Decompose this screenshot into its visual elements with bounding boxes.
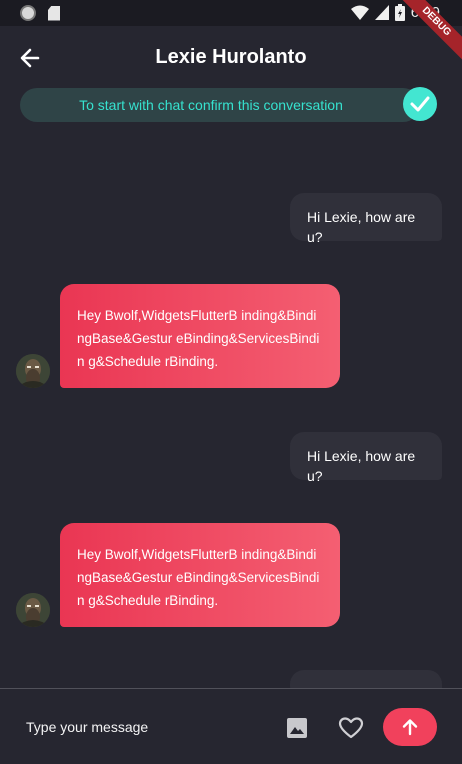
message-composer xyxy=(0,688,462,764)
record-icon xyxy=(20,5,36,21)
status-left-icons xyxy=(20,5,60,21)
page-title: Lexie Hurolanto xyxy=(155,46,307,68)
avatar xyxy=(16,593,50,627)
message-outgoing: Hi Lexie, how are u? xyxy=(290,193,442,245)
avatar xyxy=(16,354,50,388)
cell-signal-icon xyxy=(374,5,389,20)
confirm-banner-text: To start with chat confirm this conversa… xyxy=(79,97,343,113)
message-incoming: Hey Bwolf,WidgetsFlutterB inding&Binding… xyxy=(60,284,340,388)
sd-card-icon xyxy=(48,5,60,21)
contact-avatar-icon xyxy=(16,593,50,627)
contact-avatar-icon xyxy=(16,354,50,388)
status-bar: 6:09 xyxy=(0,0,462,26)
battery-icon xyxy=(394,4,405,21)
message-input[interactable] xyxy=(26,715,256,739)
image-icon xyxy=(287,718,307,738)
like-button[interactable] xyxy=(338,716,364,740)
check-icon xyxy=(410,96,430,112)
send-button[interactable] xyxy=(383,708,437,746)
wifi-icon xyxy=(350,5,369,20)
arrow-up-icon xyxy=(402,719,418,736)
message-incoming: Hey Bwolf,WidgetsFlutterB inding&Binding… xyxy=(60,523,340,627)
message-outgoing: Hi Lexie, how are u? xyxy=(290,432,442,484)
confirm-banner: To start with chat confirm this conversa… xyxy=(20,88,420,122)
heart-outline-icon xyxy=(338,717,364,739)
app-header: Lexie Hurolanto xyxy=(0,26,462,88)
attach-image-button[interactable] xyxy=(285,716,309,740)
confirm-button[interactable] xyxy=(403,87,437,121)
